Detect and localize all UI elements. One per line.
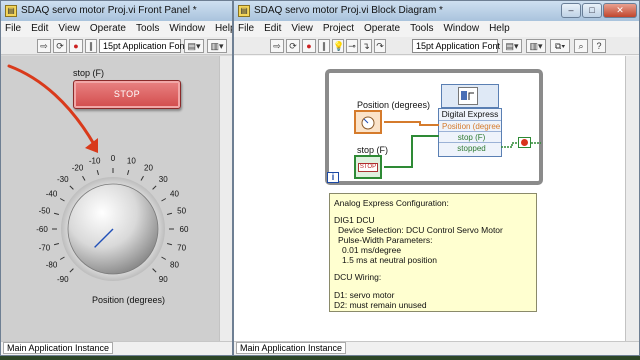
note-line-0: Analog Express Configuration: [334, 198, 449, 208]
note-line-1: DIG1 DCU [334, 215, 375, 225]
note-line-2: Device Selection: DCU Control Servo Moto… [338, 225, 503, 235]
configuration-note[interactable]: Analog Express Configuration: DIG1 DCU D… [329, 193, 537, 312]
note-line-3: Pulse-Width Parameters: [338, 235, 433, 245]
loop-condition-stop-icon[interactable] [518, 137, 531, 148]
diagram-wires [384, 121, 541, 168]
note-line-8: D2: must remain unused [334, 300, 427, 310]
note-line-4: 0.01 ms/degree [342, 245, 402, 255]
note-line-5: 1.5 ms at neutral position [342, 255, 437, 265]
note-line-7: D1: servo motor [334, 290, 395, 300]
note-line-6: DCU Wiring: [334, 272, 382, 282]
